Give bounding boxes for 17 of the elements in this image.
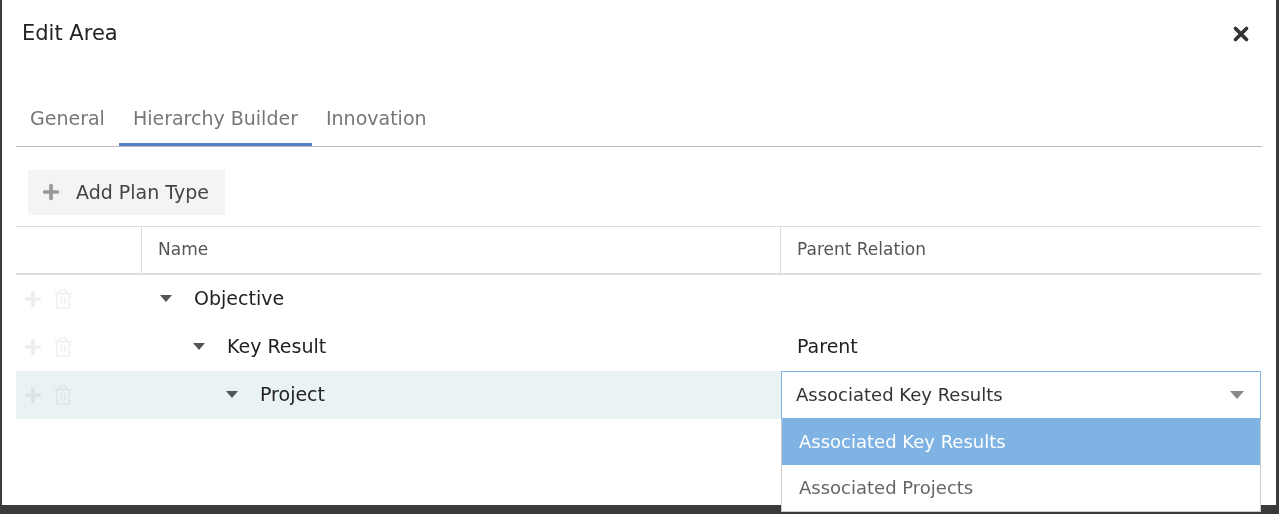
plan-type-name: Key Result bbox=[227, 334, 327, 360]
caret-icon[interactable] bbox=[226, 390, 238, 399]
parent-relation-text: Parent bbox=[796, 334, 858, 360]
caret-icon[interactable] bbox=[160, 294, 172, 303]
tab[interactable]: General bbox=[16, 104, 119, 146]
plan-type-name: Project bbox=[260, 382, 325, 408]
parent-relation-select[interactable]: Associated Key Results bbox=[781, 370, 1261, 419]
dialog-title: Edit Area bbox=[22, 20, 118, 47]
tab[interactable]: Innovation bbox=[311, 104, 441, 146]
column-header: Parent Relation bbox=[797, 237, 927, 261]
column-header: Name bbox=[158, 237, 209, 261]
plus-icon bbox=[40, 181, 62, 203]
dropdown-caret-icon bbox=[1230, 390, 1244, 399]
tab[interactable]: Hierarchy Builder bbox=[118, 104, 312, 146]
plan-type-name: Objective bbox=[194, 286, 285, 312]
add-plan-type-button[interactable]: Add Plan Type bbox=[28, 169, 225, 215]
caret-icon[interactable] bbox=[193, 342, 205, 351]
